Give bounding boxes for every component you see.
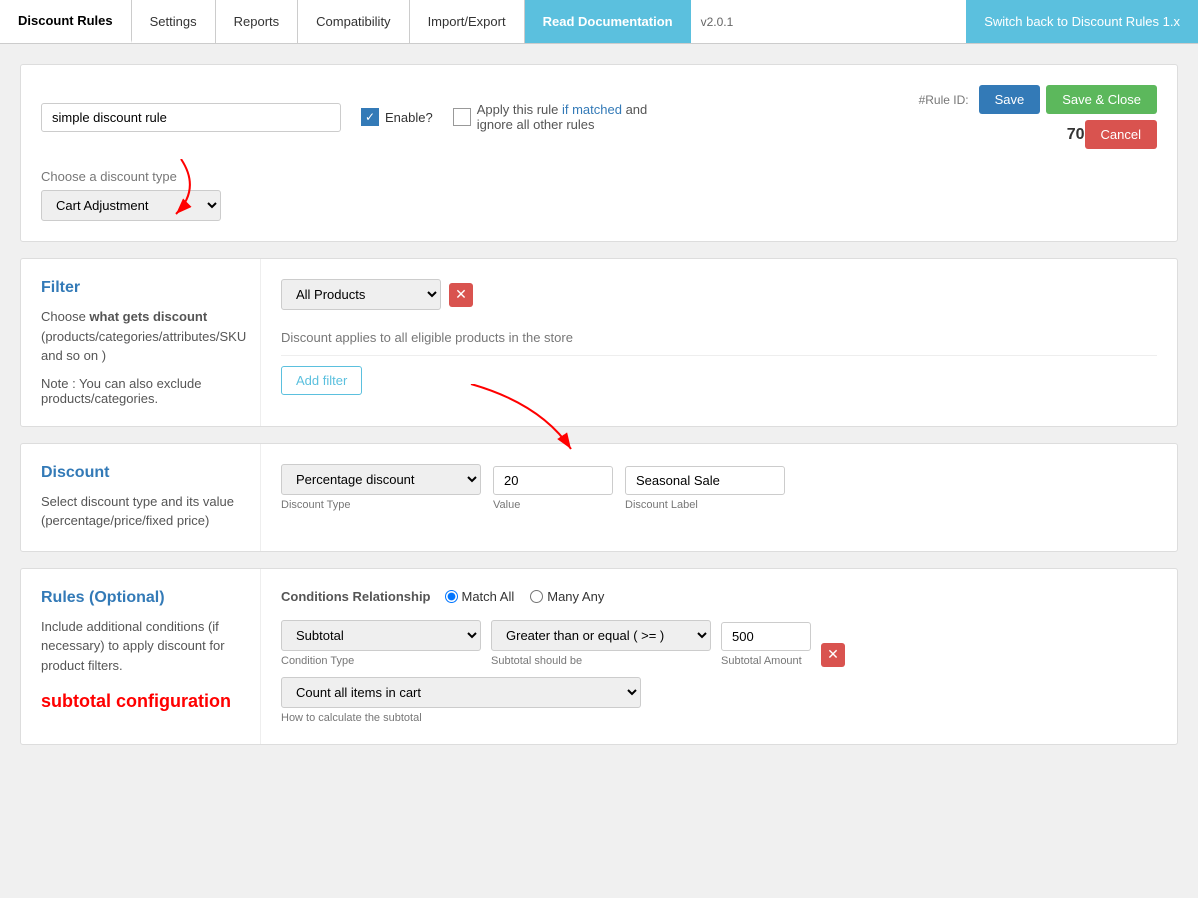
many-any-option[interactable]: Many Any (530, 589, 604, 604)
switch-back-button[interactable]: Switch back to Discount Rules 1.x (966, 0, 1198, 43)
match-all-option[interactable]: Match All (445, 589, 515, 604)
filter-section-title: Filter (41, 279, 240, 297)
discount-row: Percentage discount Price discount Fixed… (281, 464, 1157, 511)
rules-section-left: Rules (Optional) Include additional cond… (21, 569, 261, 744)
condition-op-field-label: Subtotal should be (491, 655, 711, 667)
rule-name-card: Enable? Apply this rule if matched and i… (20, 64, 1178, 242)
tab-discount-rules[interactable]: Discount Rules (0, 0, 132, 43)
discount-label-field-label: Discount Label (625, 499, 785, 511)
enable-checkbox[interactable] (361, 108, 379, 126)
condition-val-wrapper: Subtotal Amount (721, 622, 811, 667)
filter-section-card: Filter Choose what gets discount (produc… (20, 258, 1178, 427)
apply-rule-row: Apply this rule if matched and ignore al… (453, 102, 677, 132)
tab-reports[interactable]: Reports (216, 0, 299, 43)
enable-label: Enable? (385, 110, 433, 125)
filter-section-desc: Choose what gets discount (products/cate… (41, 307, 240, 366)
discount-type-wrapper: Percentage discount Price discount Fixed… (281, 464, 481, 511)
discount-type-field-label: Discount Type (281, 499, 481, 511)
apply-rule-label: Apply this rule if matched and ignore al… (477, 102, 677, 132)
filter-section-left: Filter Choose what gets discount (produc… (21, 259, 261, 426)
discount-section-desc: Select discount type and its value (perc… (41, 492, 240, 531)
discount-type-dropdown[interactable]: Percentage discount Price discount Fixed… (281, 464, 481, 495)
condition-type-wrapper: Subtotal Product quantity Cart total Con… (281, 620, 481, 667)
conditions-relationship-row: Conditions Relationship Match All Many A… (281, 589, 1157, 604)
condition-type-field-label: Condition Type (281, 655, 481, 667)
subtotal-calc-field-label: How to calculate the subtotal (281, 712, 1157, 724)
discount-label-input[interactable] (625, 466, 785, 495)
rule-name-input[interactable] (41, 103, 341, 132)
discount-type-label: Choose a discount type (41, 169, 1157, 184)
rule-id-value: 70 (1067, 126, 1085, 144)
filter-section-right: All Products ✕ Discount applies to all e… (261, 259, 1177, 426)
radio-group: Match All Many Any (445, 589, 605, 604)
rules-section-right: Conditions Relationship Match All Many A… (261, 569, 1177, 744)
rules-section-card: Rules (Optional) Include additional cond… (20, 568, 1178, 745)
subtotal-calc-section: Count all items in cart Count unique ite… (281, 677, 1157, 724)
add-filter-button[interactable]: Add filter (281, 366, 362, 395)
many-any-label: Many Any (547, 589, 604, 604)
many-any-radio[interactable] (530, 590, 543, 603)
tab-compatibility[interactable]: Compatibility (298, 0, 409, 43)
apply-rule-checkbox[interactable] (453, 108, 471, 126)
filter-type-select[interactable]: All Products (281, 279, 441, 310)
discount-value-field-label: Value (493, 499, 613, 511)
remove-filter-button[interactable]: ✕ (449, 283, 473, 307)
subtotal-calc-dropdown[interactable]: Count all items in cart Count unique ite… (281, 677, 641, 708)
condition-val-field-label: Subtotal Amount (721, 655, 811, 667)
remove-condition-button[interactable]: ✕ (821, 643, 845, 667)
subtotal-config-annotation: subtotal configuration (41, 691, 240, 712)
rule-id-label: #Rule ID: (919, 93, 969, 107)
discount-value-wrapper: Value (493, 466, 613, 511)
discount-section-title: Discount (41, 464, 240, 482)
rules-section-title: Rules (Optional) (41, 589, 240, 607)
save-button[interactable]: Save (979, 85, 1041, 114)
discount-label-wrapper: Discount Label (625, 466, 785, 511)
discount-section-card: Discount Select discount type and its va… (20, 443, 1178, 552)
match-all-label: Match All (462, 589, 515, 604)
tab-read-documentation[interactable]: Read Documentation (525, 0, 691, 43)
top-navigation: Discount Rules Settings Reports Compatib… (0, 0, 1198, 44)
discount-type-section: Choose a discount type Cart Adjustment P… (41, 169, 1157, 221)
conditions-relationship-label: Conditions Relationship (281, 589, 431, 604)
if-matched-text: if matched (562, 102, 622, 117)
discount-section-left: Discount Select discount type and its va… (21, 444, 261, 551)
save-close-button[interactable]: Save & Close (1046, 85, 1157, 114)
enable-checkbox-row: Enable? (361, 108, 433, 126)
rule-id-section: #Rule ID: Save Save & Close 70 Cancel (919, 85, 1157, 149)
tab-import-export[interactable]: Import/Export (410, 0, 525, 43)
tab-settings[interactable]: Settings (132, 0, 216, 43)
condition-op-wrapper: Greater than or equal ( >= ) Less than o… (491, 620, 711, 667)
filter-section-note: Note : You can also exclude products/cat… (41, 376, 240, 406)
main-content: Enable? Apply this rule if matched and i… (0, 44, 1198, 781)
filter-row: All Products ✕ (281, 279, 1157, 310)
condition-type-dropdown[interactable]: Subtotal Product quantity Cart total (281, 620, 481, 651)
discount-section-right: Percentage discount Price discount Fixed… (261, 444, 1177, 551)
discount-type-select[interactable]: Cart Adjustment Product Discount Categor… (41, 190, 221, 221)
version-label: v2.0.1 (691, 0, 744, 43)
filter-info-text: Discount applies to all eligible product… (281, 320, 1157, 356)
discount-value-input[interactable] (493, 466, 613, 495)
rules-section-desc: Include additional conditions (if necess… (41, 617, 240, 676)
cancel-button[interactable]: Cancel (1085, 120, 1157, 149)
condition-op-dropdown[interactable]: Greater than or equal ( >= ) Less than o… (491, 620, 711, 651)
rule-condition-row: Subtotal Product quantity Cart total Con… (281, 620, 1157, 667)
match-all-radio[interactable] (445, 590, 458, 603)
subtotal-calc-wrapper: Count all items in cart Count unique ite… (281, 677, 1157, 724)
condition-value-input[interactable] (721, 622, 811, 651)
